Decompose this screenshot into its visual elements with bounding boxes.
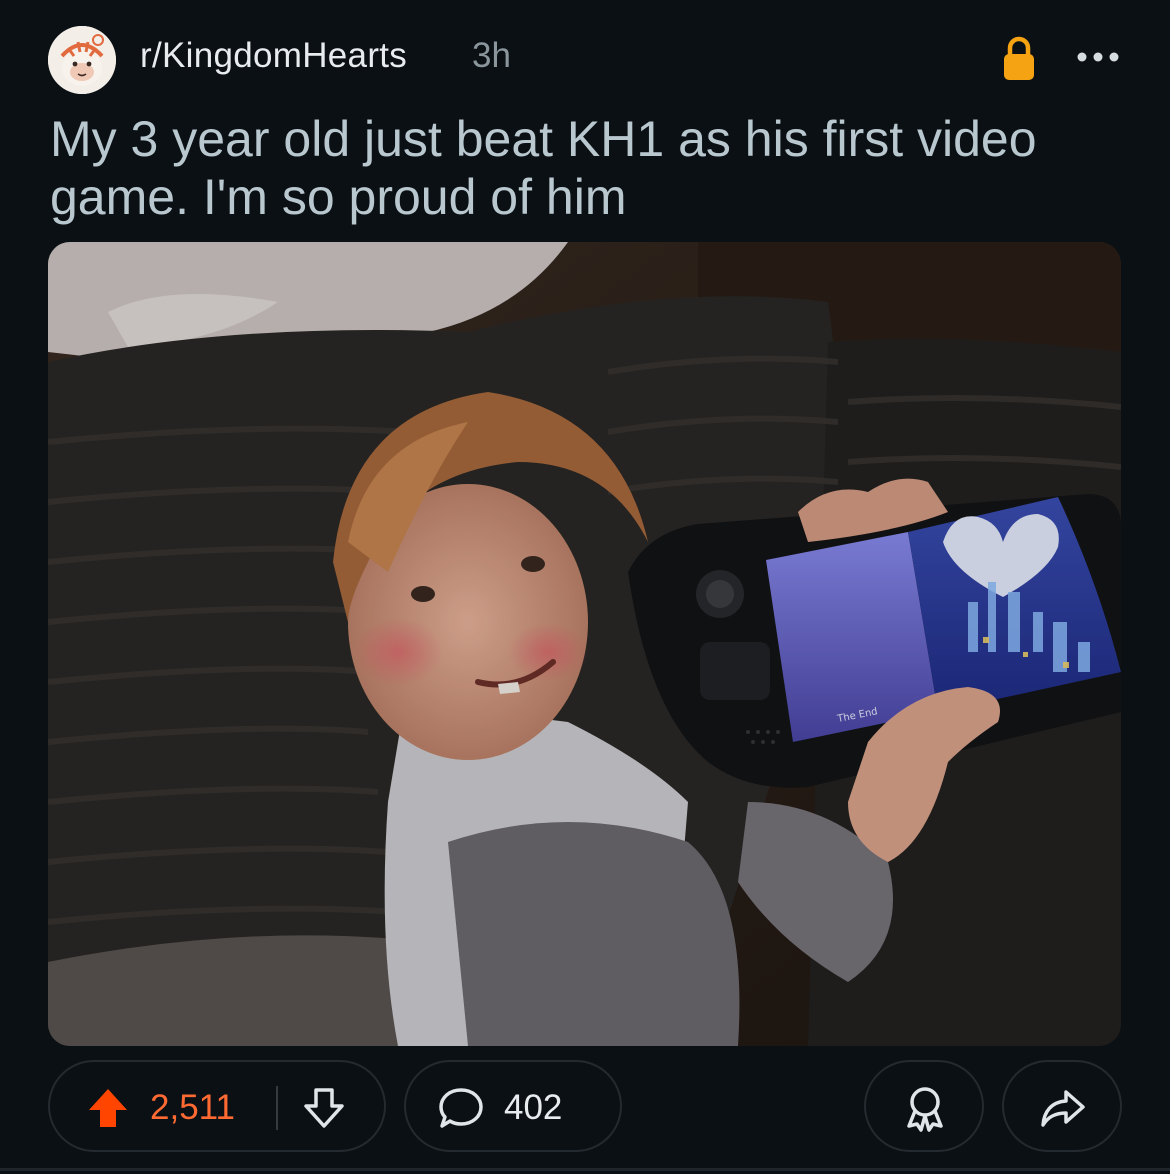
post-card: r/KingdomHearts 3h My 3 year old just be… [0, 0, 1170, 1174]
vote-divider [276, 1086, 278, 1130]
post-divider [0, 1168, 1170, 1171]
upvote-arrow-icon[interactable] [86, 1086, 130, 1130]
comments-button[interactable]: 402 [404, 1060, 622, 1152]
award-icon [907, 1087, 943, 1132]
downvote-arrow-icon[interactable] [302, 1086, 346, 1130]
more-icon[interactable] [1074, 42, 1122, 72]
action-bar: 2,511 402 [48, 1060, 1122, 1156]
comment-bubble-icon [439, 1088, 483, 1128]
lock-icon [1004, 36, 1034, 80]
photo-toddler-with-handheld: The End [48, 242, 1121, 1046]
share-button[interactable] [1002, 1060, 1122, 1152]
post-age: 3h [472, 36, 511, 75]
comment-count: 402 [504, 1088, 563, 1127]
vote-control: 2,511 [48, 1060, 386, 1152]
subreddit-name[interactable]: r/KingdomHearts [140, 36, 407, 76]
share-arrow-icon [1041, 1090, 1085, 1127]
tiger-mascot-icon [48, 26, 116, 94]
subreddit-avatar[interactable] [48, 26, 116, 94]
post-title[interactable]: My 3 year old just beat KH1 as his first… [50, 110, 1130, 226]
post-header: r/KingdomHearts 3h [48, 22, 1122, 94]
post-image[interactable]: The End [48, 242, 1121, 1046]
award-button[interactable] [864, 1060, 984, 1152]
upvote-count: 2,511 [150, 1088, 235, 1127]
